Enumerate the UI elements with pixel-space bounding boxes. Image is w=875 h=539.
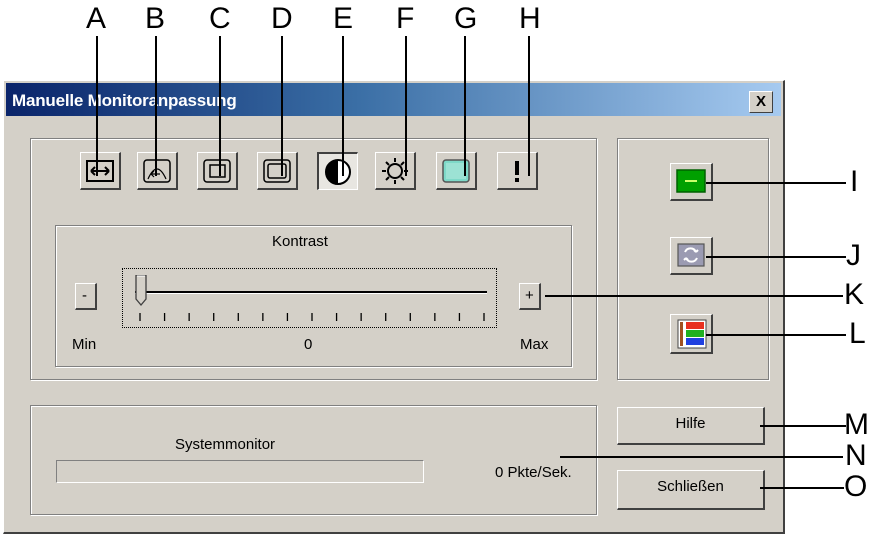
toolbar-button-size[interactable] <box>257 152 298 190</box>
callout-n: N <box>845 439 867 472</box>
callout-g: G <box>454 2 478 35</box>
window-title: Manuelle Monitoranpassung <box>12 91 237 110</box>
callout-b: B <box>145 2 166 35</box>
callout-k: K <box>844 278 865 311</box>
increase-label: + <box>525 287 534 304</box>
toolbar-button-color[interactable] <box>436 152 477 190</box>
callout-a: A <box>86 2 107 35</box>
callout-l: L <box>849 317 866 350</box>
callout-line-c <box>219 36 221 176</box>
callout-line-h <box>528 36 530 176</box>
callout-line-l <box>706 334 846 336</box>
slider-min-label: Min <box>72 336 97 353</box>
monitor-setup-icon <box>676 169 706 193</box>
callout-line-d <box>281 36 283 176</box>
callout-line-j <box>706 256 846 258</box>
callout-m: M <box>844 408 869 441</box>
callout-line-n <box>560 456 843 458</box>
contrast-icon <box>325 159 351 185</box>
close-button[interactable]: Schließen <box>617 470 765 510</box>
slider-ticks <box>139 313 485 321</box>
slider-thumb[interactable] <box>135 274 147 307</box>
callout-d: D <box>271 2 293 35</box>
slider-title: Kontrast <box>272 233 328 250</box>
contrast-slider[interactable] <box>122 268 497 328</box>
toolbar-button-brightness[interactable] <box>375 152 416 190</box>
callout-line-o <box>760 487 844 489</box>
reset-icon <box>677 243 705 267</box>
callout-line-e <box>342 36 344 176</box>
callout-line-k <box>545 295 843 297</box>
callout-o: O <box>844 470 868 503</box>
position-icon <box>143 159 171 183</box>
toolbar-button-zoom[interactable] <box>197 152 238 190</box>
color-icon <box>442 159 470 183</box>
toolbar-button-position[interactable] <box>137 152 178 190</box>
callout-j: J <box>846 239 861 272</box>
decrease-button[interactable]: - <box>75 283 97 310</box>
width-icon <box>86 160 114 182</box>
toolbar-button-width[interactable] <box>80 152 121 190</box>
callout-line-a <box>96 36 98 176</box>
callout-line-b <box>155 36 157 176</box>
callout-e: E <box>333 2 354 35</box>
toolbar-button-info[interactable] <box>497 152 538 190</box>
size-icon <box>263 159 291 183</box>
status-label: Systemmonitor <box>175 436 276 453</box>
color-bars-icon <box>677 319 707 349</box>
increase-button[interactable]: + <box>519 283 541 310</box>
slider-value-label: 0 <box>304 336 313 353</box>
callout-i: I <box>850 165 859 198</box>
title-bar: Manuelle Monitoranpassung X <box>6 83 781 116</box>
callout-f: F <box>396 2 415 35</box>
callout-line-m <box>760 425 846 427</box>
callout-line-i <box>706 182 846 184</box>
callout-c: C <box>209 2 231 35</box>
slider-max-label: Max <box>520 336 549 353</box>
zoom-icon <box>203 159 231 183</box>
status-progress-bar <box>56 460 424 483</box>
callout-line-g <box>464 36 466 176</box>
callout-h: H <box>519 2 541 35</box>
close-window-button[interactable]: X <box>749 91 773 113</box>
decrease-label: - <box>82 287 87 304</box>
callout-line-f <box>405 36 407 176</box>
status-rate: 0 Pkte/Sek. <box>495 464 572 481</box>
help-button[interactable]: Hilfe <box>617 407 765 445</box>
toolbar-button-contrast[interactable] <box>317 152 358 190</box>
